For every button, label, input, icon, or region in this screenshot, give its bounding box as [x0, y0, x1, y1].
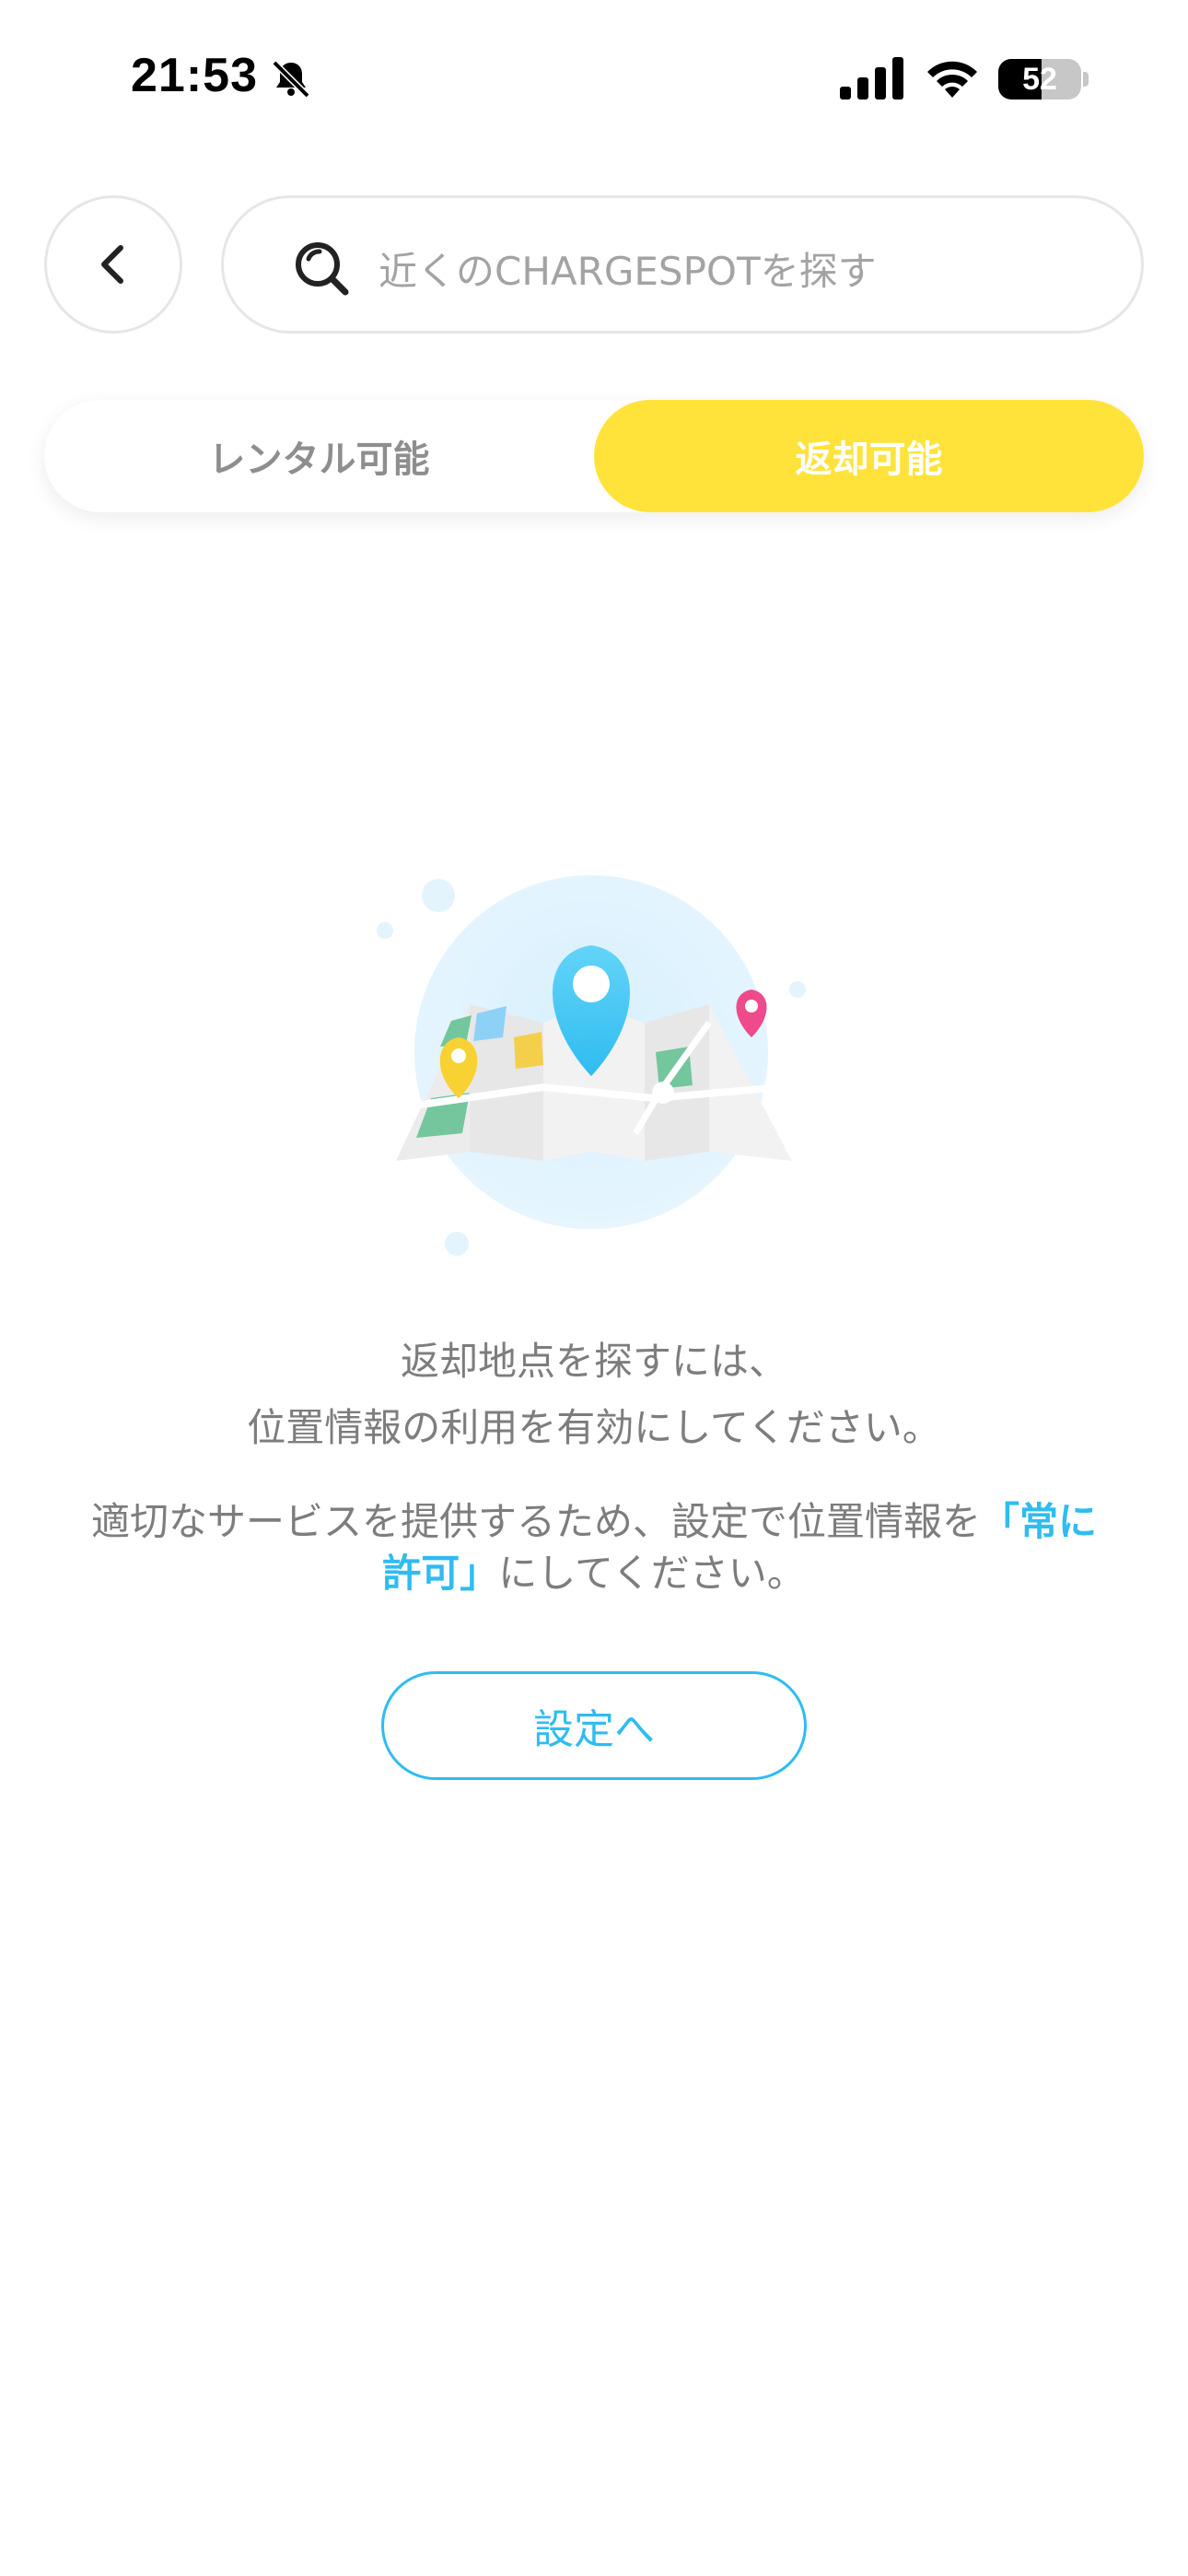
- tab-return-available[interactable]: 返却可能: [594, 400, 1144, 512]
- tab-rental-available[interactable]: レンタル可能: [44, 400, 594, 512]
- search-input[interactable]: 近くのCHARGESPOTを探す: [221, 195, 1144, 334]
- location-sub-message: 適切なサービスを提供するため、設定で位置情報を「常に許可」にしてください。: [74, 1496, 1114, 1599]
- status-time: 21:53: [131, 49, 258, 102]
- sub-message-suffix: にしてください。: [498, 1551, 806, 1596]
- message-line-1: 返却地点を探すには、: [400, 1339, 787, 1384]
- search-icon: [296, 242, 349, 296]
- battery-cap: [1083, 72, 1089, 87]
- map-pin-illustration: [377, 875, 806, 1256]
- go-to-settings-button[interactable]: 設定へ: [381, 1671, 807, 1780]
- back-button[interactable]: [44, 195, 182, 334]
- battery-icon: 52: [998, 59, 1081, 100]
- screen: 21:53 52 近くのCHARGESPOTを探す レンタル可能 返却可能 返却…: [0, 0, 1188, 2576]
- wifi-icon: [927, 61, 977, 98]
- sub-message-prefix: 適切なサービスを提供するため、設定で位置情報を: [90, 1499, 981, 1544]
- message-line-2: 位置情報の利用を有効にしてください。: [247, 1405, 941, 1450]
- availability-tabs: レンタル可能 返却可能: [44, 400, 1144, 512]
- cellular-signal-icon: [840, 57, 903, 100]
- battery-level: 52: [1022, 61, 1057, 97]
- search-placeholder: 近くのCHARGESPOTを探す: [379, 249, 877, 294]
- bell-slash-icon: [272, 60, 310, 99]
- chevron-left-icon: [101, 245, 123, 284]
- location-message: 返却地点を探すには、 位置情報の利用を有効にしてください。: [0, 1329, 1188, 1461]
